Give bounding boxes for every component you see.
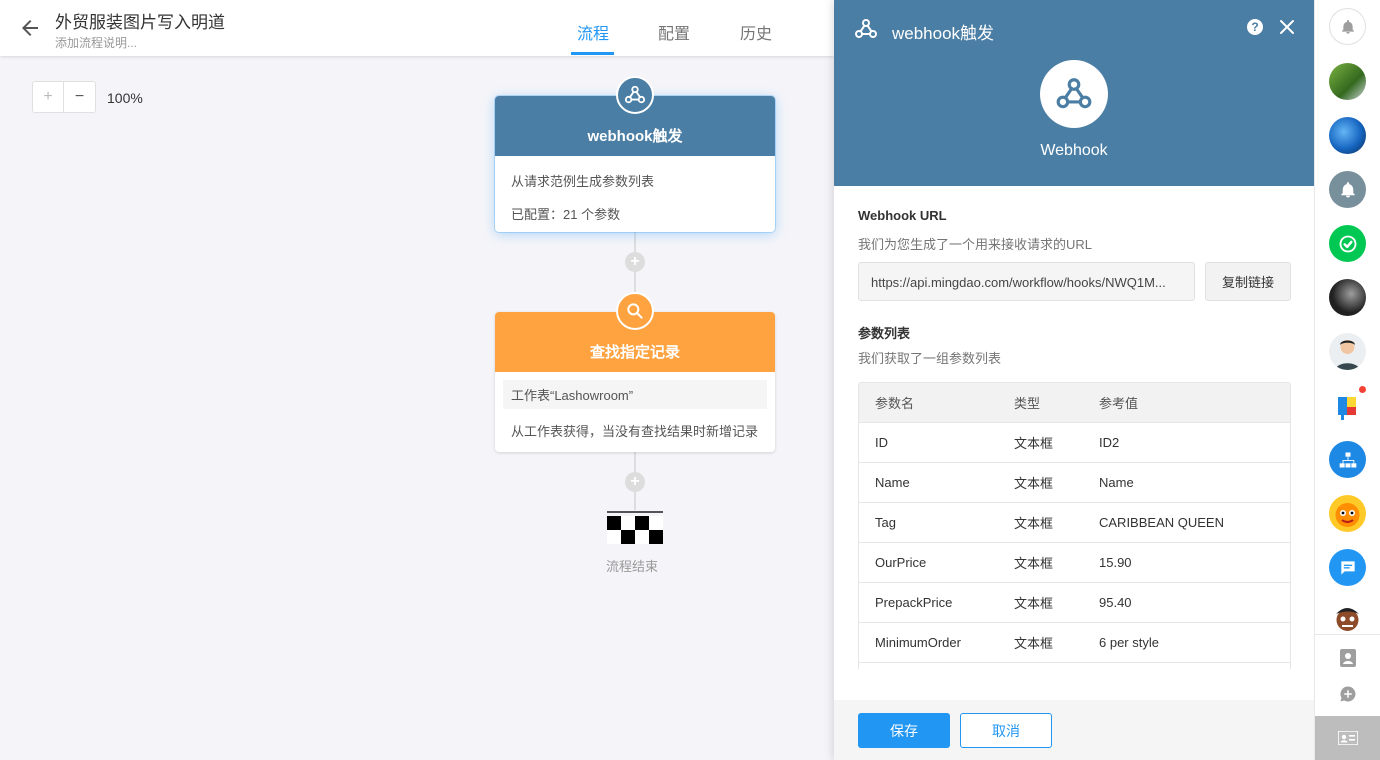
- zoom-controls: + −: [32, 81, 96, 113]
- param-type: 文本框: [1014, 596, 1054, 611]
- node-detail: 从工作表获得，当没有查找结果时新增记录: [511, 424, 759, 439]
- tab-flow[interactable]: 流程: [577, 20, 609, 44]
- node-title: 查找指定记录: [589, 343, 680, 361]
- flow-end-label: 流程结束: [606, 559, 659, 574]
- add-node-button[interactable]: +: [625, 252, 645, 272]
- param-type: 文本框: [1014, 516, 1054, 531]
- panel-footer: 保存 取消: [834, 700, 1314, 760]
- param-type: 文本框: [1014, 476, 1054, 491]
- column-header: 类型: [1014, 396, 1041, 411]
- param-value: CARIBBEAN QUEEN: [1099, 515, 1224, 530]
- node-title: webhook触发: [587, 127, 683, 145]
- search-icon: [616, 292, 654, 330]
- contacts-icon[interactable]: [1338, 648, 1358, 668]
- add-chat-icon[interactable]: [1338, 684, 1358, 704]
- user-avatar[interactable]: [1329, 333, 1366, 370]
- notification-bell-icon[interactable]: [1329, 8, 1366, 45]
- panel-title: webhook触发: [892, 24, 995, 43]
- bell-app-icon[interactable]: [1329, 171, 1366, 208]
- param-value: 95.40: [1099, 595, 1132, 610]
- user-avatar[interactable]: [1329, 63, 1366, 100]
- contact-card-icon[interactable]: [1315, 716, 1380, 760]
- copy-link-button[interactable]: 复制链接: [1205, 262, 1291, 301]
- params-table: 参数名 类型 参考值 ID 文本框 ID2 Name 文本框 Name Tag …: [858, 382, 1291, 669]
- close-icon[interactable]: [1277, 17, 1297, 37]
- panel-header: webhook触发 ? Webhook: [834, 0, 1314, 186]
- webhook-badge: [1040, 60, 1108, 128]
- webhook-icon: [1056, 78, 1092, 109]
- table-row: ID 文本框 ID2: [859, 423, 1290, 463]
- save-button[interactable]: 保存: [858, 713, 950, 748]
- webhook-url-field[interactable]: https://api.mingdao.com/workflow/hooks/N…: [858, 262, 1195, 301]
- param-type: 文本框: [1014, 636, 1054, 651]
- table-row: Tag 文本框 CARIBBEAN QUEEN: [859, 503, 1290, 543]
- workflow-description[interactable]: 添加流程说明...: [55, 34, 137, 51]
- params-section-title: 参数列表: [858, 326, 911, 341]
- cancel-button[interactable]: 取消: [960, 713, 1052, 748]
- param-type: 文本框: [1014, 436, 1054, 451]
- param-type: 文本框: [1014, 556, 1054, 571]
- node-detail: 从请求范例生成参数列表: [511, 174, 655, 189]
- node-detail: 已配置：21 个参数: [511, 207, 621, 222]
- table-row: PrepackPrice 文本框 95.40: [859, 583, 1290, 623]
- workflow-title[interactable]: 外贸服装图片写入明道: [55, 8, 225, 33]
- panel-type-label: Webhook: [1040, 142, 1108, 159]
- webhook-icon: [616, 76, 654, 114]
- user-avatar[interactable]: [1329, 117, 1366, 154]
- tab-config[interactable]: 配置: [658, 20, 690, 44]
- url-section-desc: 我们为您生成了一个用来接收请求的URL: [858, 237, 1093, 252]
- node-detail: 工作表“Lashowroom”: [511, 388, 634, 403]
- tab-history[interactable]: 历史: [740, 20, 772, 44]
- top-header: 外贸服装图片写入明道 添加流程说明... 流程 配置 历史: [0, 0, 834, 56]
- param-name: ID: [875, 435, 888, 450]
- user-avatar[interactable]: [1329, 495, 1366, 532]
- param-name: MinimumOrder: [875, 635, 961, 650]
- webhook-trigger-node[interactable]: webhook触发 从请求范例生成参数列表 已配置：21 个参数: [495, 76, 775, 232]
- param-value: ID2: [1099, 435, 1120, 450]
- param-value: 15.90: [1099, 555, 1132, 570]
- node-config-panel: webhook触发 ? Webhook Webhook URL 我们为您生成了一…: [834, 0, 1314, 760]
- sidebar-divider: [1315, 634, 1380, 635]
- app-sidebar: [1314, 0, 1380, 760]
- chat-app-icon[interactable]: [1329, 549, 1366, 586]
- params-section-desc: 我们获取了一组参数列表: [858, 351, 1002, 366]
- table-row: MinimumOrder 文本框 6 per style: [859, 623, 1290, 663]
- param-name: OurPrice: [875, 555, 927, 570]
- param-name: PrepackPrice: [875, 595, 953, 610]
- user-avatar[interactable]: [1329, 279, 1366, 316]
- back-arrow-icon[interactable]: [18, 16, 42, 40]
- check-app-icon[interactable]: [1329, 225, 1366, 262]
- notification-dot: [1358, 385, 1367, 394]
- find-record-node[interactable]: 查找指定记录 工作表“Lashowroom” 从工作表获得，当没有查找结果时新增…: [495, 292, 775, 452]
- table-row: Name 文本框 Name: [859, 463, 1290, 503]
- zoom-in-button[interactable]: +: [33, 82, 65, 112]
- table-row: OurPrice 文本框 15.90: [859, 543, 1290, 583]
- add-node-button[interactable]: +: [625, 472, 645, 492]
- active-tab-indicator: [571, 52, 614, 55]
- column-header: 参数名: [875, 396, 915, 411]
- org-chart-app-icon[interactable]: [1329, 441, 1366, 478]
- param-value: 6 per style: [1099, 635, 1159, 650]
- param-name: Name: [875, 475, 910, 490]
- zoom-out-button[interactable]: −: [64, 82, 95, 112]
- user-avatar[interactable]: [1329, 603, 1366, 634]
- zoom-level: 100%: [107, 90, 143, 106]
- worksheet-label-box: 工作表“Lashowroom”: [503, 380, 767, 409]
- help-icon[interactable]: ?: [1247, 19, 1263, 35]
- url-section-title: Webhook URL: [858, 208, 947, 223]
- table-header-row: 参数名 类型 参考值: [859, 383, 1290, 423]
- param-name: Tag: [875, 515, 896, 530]
- flow-end-flag-icon: [607, 511, 663, 544]
- webhook-icon: [855, 19, 877, 38]
- param-value: Name: [1099, 475, 1134, 490]
- column-header: 参考值: [1099, 396, 1139, 411]
